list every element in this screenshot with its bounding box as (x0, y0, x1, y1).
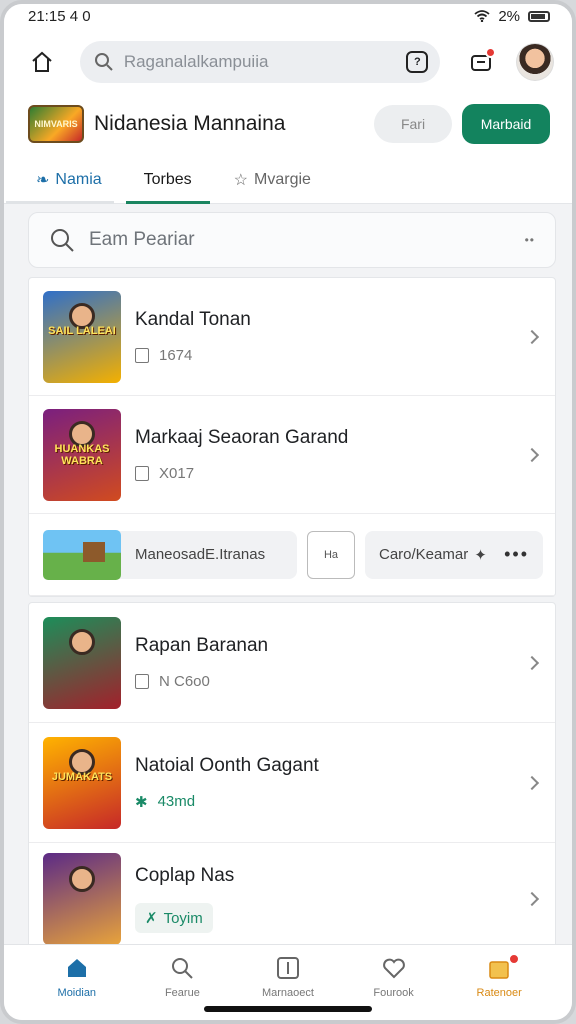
featured-strip: ManeosadE.Itranas Ha Caro/Keamar ✦ ••• (29, 514, 555, 596)
add-box-icon (275, 955, 301, 981)
search-bar[interactable]: Raganalalkampuiia ? (79, 41, 441, 83)
search-icon (94, 53, 113, 71)
list-item[interactable]: HUANKAS WABRA Markaaj Seaoran Garand X01… (29, 396, 555, 514)
list-item[interactable]: JUMAKATS Natoial Oonth Gagant ✱ 43md (29, 723, 555, 843)
featured-thumbnail (43, 529, 121, 580)
phone-frame: 21:15 4 0 2% Raganalalkampuiia ? NIMVARI… (0, 0, 576, 1024)
house-icon (32, 51, 52, 72)
home-indicator[interactable] (204, 1006, 372, 1012)
featured-label: ManeosadE.Itranas (135, 546, 266, 563)
game-meta: 43md (157, 793, 196, 810)
tab-namia[interactable]: ❧ Namia (6, 157, 114, 204)
search-icon (51, 229, 74, 252)
more-icon[interactable]: ••• (504, 544, 529, 565)
puzzle-icon: ✱ (135, 793, 148, 811)
wifi-icon (474, 10, 490, 22)
tag-icon: ✗ (145, 910, 158, 927)
primary-button[interactable]: Marbaid (462, 104, 550, 144)
tab-mvargie[interactable]: ☆ Mvargie (230, 157, 315, 203)
game-title: Coplap Nas (135, 865, 235, 886)
pin-icon: ✦ (474, 546, 487, 564)
brand-logo: NIMVARIS (28, 105, 84, 143)
app-header: NIMVARIS Nidanesia Mannaina Fari Marbaid… (4, 96, 572, 204)
game-thumbnail (43, 616, 121, 709)
game-thumbnail (43, 853, 121, 945)
featured-square-button[interactable]: Ha (307, 530, 355, 579)
featured-side-card[interactable]: Caro/Keamar ✦ ••• (365, 530, 543, 579)
featured-side-label: Caro/Keamar (379, 546, 469, 563)
game-badge: ✗ Toyim (135, 903, 213, 933)
brand-row: NIMVARIS Nidanesia Mannaina Fari Marbaid (28, 104, 550, 144)
tab-label: Torbes (143, 171, 192, 188)
featured-card[interactable]: ManeosadE.Itranas (43, 529, 297, 580)
nav-label: Moidian (57, 987, 97, 999)
notification-dot (485, 47, 497, 58)
calendar-icon (135, 348, 149, 363)
heart-icon (381, 955, 407, 981)
game-thumbnail: HUANKAS WABRA (43, 408, 121, 501)
tab-bar: ❧ Namia Torbes ☆ Mvargie (4, 157, 572, 204)
game-title: Kandal Tonan (135, 309, 251, 330)
status-time: 21:15 4 0 (28, 7, 91, 25)
tab-label: Namia (55, 171, 102, 188)
calendar-icon (135, 466, 149, 481)
home-button[interactable] (22, 42, 62, 82)
home-icon (64, 955, 90, 981)
battery-icon (528, 10, 550, 22)
bottom-nav: Moidian Fearue Marnaoect Fourook Ratenoe… (4, 944, 572, 1020)
list-item[interactable]: Rapan Baranan N C6o0 (29, 603, 555, 723)
game-title: Rapan Baranan (135, 635, 269, 656)
game-title: Natoial Oonth Gagant (135, 754, 319, 776)
secondary-button[interactable]: Fari (374, 105, 452, 143)
nav-item-store[interactable]: Ratenoer (454, 953, 544, 1020)
game-meta: Toyim (163, 909, 203, 927)
avatar[interactable] (516, 43, 555, 81)
nav-item-home[interactable]: Moidian (32, 955, 122, 1020)
list-item[interactable]: Coplap Nas ✗ Toyim (29, 843, 555, 955)
filter-search-field[interactable]: Eam Peariar •• (28, 212, 556, 268)
search-placeholder: Raganalalkampuiia (123, 52, 269, 71)
game-meta: 1674 (159, 347, 193, 364)
search-icon (169, 955, 195, 981)
nav-label: Marnaoect (261, 987, 314, 999)
battery-percent: 2% (498, 7, 520, 25)
list-item[interactable]: SAIL LALEAI Kandal Tonan 1674 (29, 278, 555, 396)
status-icons: 2% (474, 8, 550, 25)
game-meta: X017 (159, 465, 195, 482)
game-thumbnail: JUMAKATS (43, 736, 121, 829)
game-meta: N C6o0 (159, 673, 210, 690)
notifications-button[interactable] (464, 45, 498, 79)
game-list-bottom: Rapan Baranan N C6o0 JUMAKATS Natoial Oo… (28, 602, 556, 956)
game-thumbnail: SAIL LALEAI (43, 290, 121, 383)
star-outline-icon: ☆ (233, 172, 249, 189)
status-bar: 21:15 4 0 2% (4, 4, 572, 28)
top-app-bar: Raganalalkampuiia ? (4, 28, 572, 96)
game-title: Markaaj Seaoran Garand (135, 427, 349, 448)
tab-torbes[interactable]: Torbes (125, 157, 210, 204)
nav-badge-dot (508, 953, 521, 965)
scan-icon[interactable]: ? (406, 51, 429, 73)
tab-label: Mvargie (254, 171, 311, 188)
calendar-icon (135, 674, 149, 689)
feather-icon: ❧ (36, 172, 50, 189)
nav-label: Ratenoer (476, 987, 522, 999)
brand-name: Nidanesia Mannaina (94, 112, 286, 135)
nav-label: Fearue (164, 987, 200, 999)
game-list-top: SAIL LALEAI Kandal Tonan 1674 HUANKAS WA… (28, 277, 556, 597)
filter-options-icon[interactable]: •• (525, 233, 535, 247)
filter-placeholder: Eam Peariar (89, 229, 195, 250)
nav-label: Fourook (373, 987, 414, 999)
